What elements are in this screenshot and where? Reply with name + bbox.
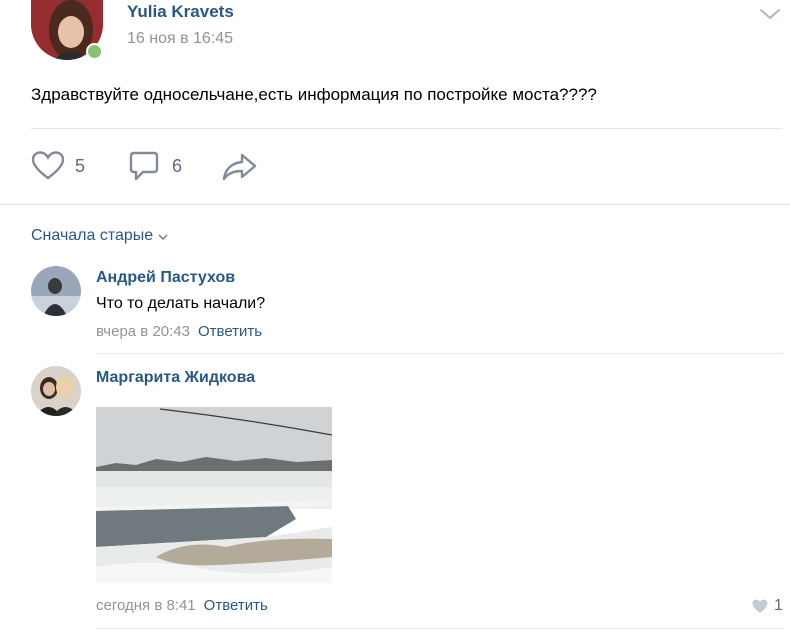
reply-button[interactable]: Ответить <box>198 323 262 340</box>
chevron-down-icon <box>158 234 168 241</box>
comment-author[interactable]: Маргарита Жидкова <box>96 369 255 387</box>
comment-author[interactable]: Андрей Пастухов <box>96 269 235 287</box>
comment-avatar[interactable] <box>31 266 81 316</box>
reply-button[interactable]: Ответить <box>204 597 268 614</box>
comment-count: 6 <box>172 155 183 176</box>
heart-icon <box>31 151 65 180</box>
comment-timestamp[interactable]: вчера в 20:43 <box>96 323 190 340</box>
post-timestamp[interactable]: 16 ноя в 16:45 <box>127 30 233 48</box>
like-button[interactable]: 5 <box>31 150 85 182</box>
share-arrow-icon <box>222 153 257 181</box>
comment-text: Что то делать начали? <box>96 295 266 312</box>
winter-river-photo <box>96 407 333 583</box>
comment-divider <box>96 353 783 354</box>
comment-divider <box>96 628 783 629</box>
post-divider <box>31 128 783 129</box>
avatar-photo <box>31 366 81 416</box>
section-separator <box>0 204 790 205</box>
comment-button[interactable]: 6 <box>128 150 182 182</box>
post-menu-chevron-icon[interactable] <box>758 6 782 22</box>
share-button[interactable] <box>222 152 258 187</box>
online-indicator <box>86 43 103 60</box>
comment-photo-attachment[interactable] <box>96 407 333 583</box>
heart-icon <box>752 599 768 613</box>
comment-avatar[interactable] <box>31 366 81 416</box>
post-text: Здравствуйте односельчане,есть информаци… <box>31 85 597 104</box>
comment-meta: вчера в 20:43 Ответить <box>96 323 262 341</box>
comment-like-count: 1 <box>774 597 783 614</box>
comments-sort-label: Сначала старые <box>31 227 154 244</box>
comment-icon <box>129 151 159 181</box>
comment-meta: сегодня в 8:41 Ответить <box>96 597 268 615</box>
comment-timestamp[interactable]: сегодня в 8:41 <box>96 597 196 614</box>
post-author-name[interactable]: Yulia Kravets <box>127 2 234 22</box>
avatar-photo <box>31 266 81 316</box>
comments-sort-toggle[interactable]: Сначала старые <box>31 227 169 245</box>
like-count: 5 <box>75 155 86 176</box>
comment-like-button[interactable]: 1 <box>752 597 783 615</box>
